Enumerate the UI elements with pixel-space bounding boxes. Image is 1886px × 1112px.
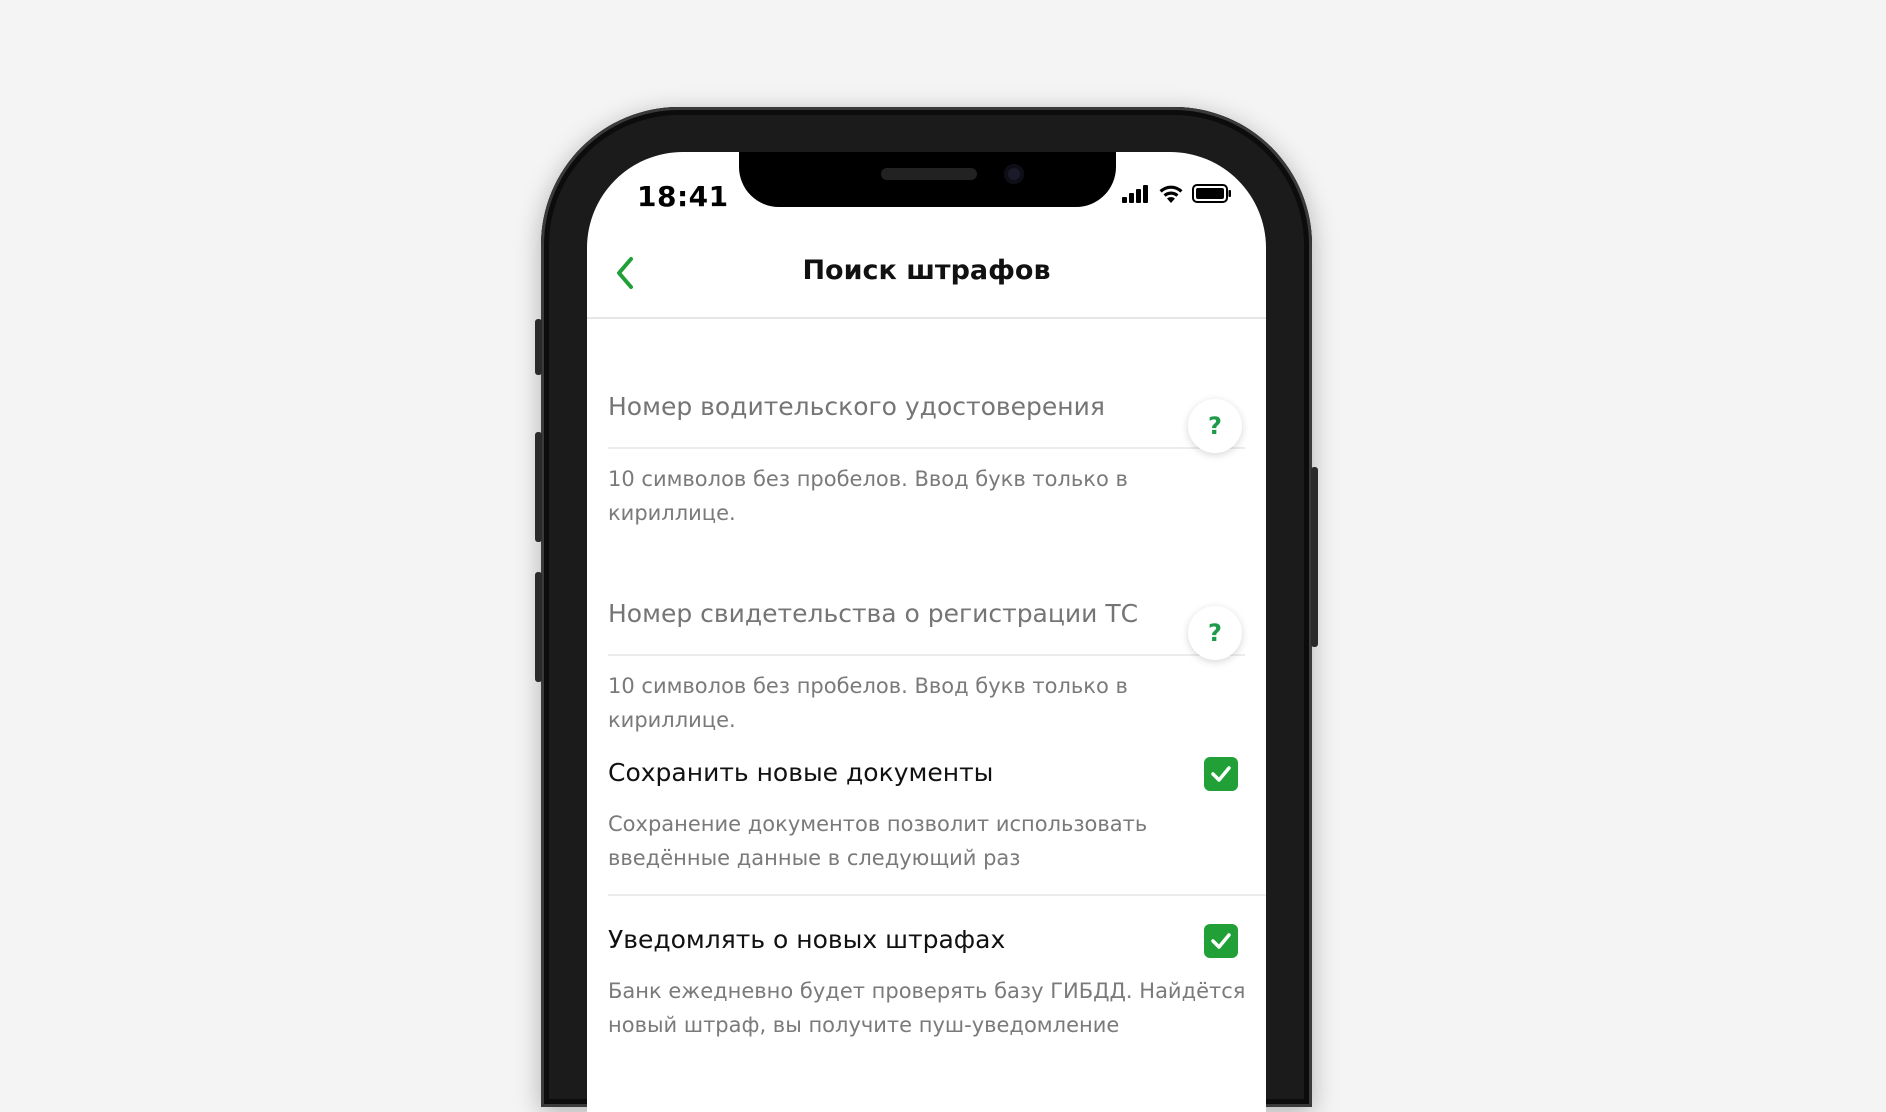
navigation-bar: Поиск штрафов: [587, 227, 1266, 319]
notify-fines-description: Банк ежедневно будет проверять базу ГИБД…: [608, 979, 1246, 1037]
notify-fines-checkbox[interactable]: [1204, 924, 1238, 958]
status-time: 18:41: [637, 180, 729, 213]
driver-license-hint: 10 символов без пробелов. Ввод букв толь…: [608, 467, 1128, 525]
vehicle-registration-label: Номер свидетельства о регистрации ТС: [608, 599, 1139, 628]
options-divider: [608, 894, 1266, 896]
vehicle-registration-help-button[interactable]: ?: [1188, 606, 1242, 660]
power-button: [1311, 467, 1318, 647]
vehicle-registration-field[interactable]: Номер свидетельства о регистрации ТС: [608, 547, 1245, 657]
front-camera: [1004, 164, 1024, 184]
volume-up-button: [535, 432, 542, 542]
battery-icon: [1192, 184, 1231, 203]
wifi-icon: [1159, 185, 1183, 203]
driver-license-label: Номер водительского удостоверения: [608, 392, 1105, 421]
speaker-grille: [881, 168, 977, 180]
notify-fines-title: Уведомлять о новых штрафах: [608, 925, 1006, 954]
driver-license-field[interactable]: Номер водительского удостоверения: [608, 340, 1245, 450]
silent-switch: [535, 319, 542, 375]
checkmark-icon: [1211, 766, 1231, 782]
driver-license-underline: [608, 447, 1245, 449]
volume-down-button: [535, 572, 542, 682]
vehicle-registration-underline: [608, 654, 1245, 656]
signal-icon: [1122, 184, 1148, 203]
phone-screen: 18:41 Поиск штрафов Номер водительского …: [587, 152, 1266, 1112]
save-documents-title: Сохранить новые документы: [608, 758, 994, 787]
notch: [739, 152, 1116, 207]
driver-license-help-button[interactable]: ?: [1188, 399, 1242, 453]
page-title: Поиск штрафов: [802, 255, 1051, 286]
checkmark-icon: [1211, 933, 1231, 949]
status-icons: [1122, 184, 1232, 203]
phone-frame: 18:41 Поиск штрафов Номер водительского …: [535, 107, 1318, 1112]
save-documents-description: Сохранение документов позволит использов…: [608, 812, 1148, 870]
save-documents-checkbox[interactable]: [1204, 757, 1238, 791]
vehicle-registration-hint: 10 символов без пробелов. Ввод букв толь…: [608, 674, 1128, 732]
